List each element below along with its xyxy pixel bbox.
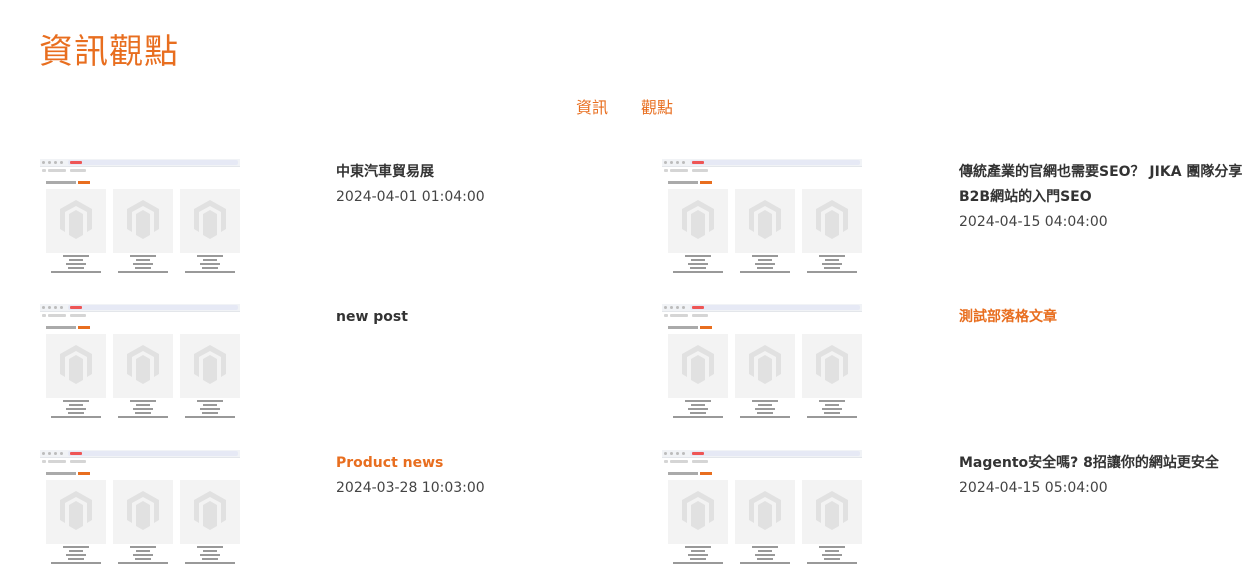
tab-news[interactable]: 資訊 bbox=[576, 94, 608, 118]
thumbnail-product-image bbox=[180, 480, 240, 544]
post-title[interactable]: Product news bbox=[336, 451, 636, 476]
thumbnail-product-image bbox=[735, 480, 795, 544]
post-meta: Product news 2024-03-28 10:03:00 bbox=[336, 451, 636, 501]
post-title[interactable]: 測試部落格文章 bbox=[959, 305, 1249, 330]
category-tabs: 資訊 觀點 bbox=[0, 94, 1249, 118]
post-date: 2024-04-15 04:04:00 bbox=[959, 214, 1108, 230]
post-meta: 測試部落格文章 bbox=[959, 305, 1249, 330]
thumbnail-product-image bbox=[46, 334, 106, 398]
thumbnail-browser-bar bbox=[662, 304, 862, 312]
thumbnail-product-image bbox=[113, 480, 173, 544]
thumbnail-product-image bbox=[46, 480, 106, 544]
thumbnail-browser-bar bbox=[40, 304, 240, 312]
thumbnail-browser-bar bbox=[40, 159, 240, 167]
post-title[interactable]: 傳統產業的官網也需要SEO？ JIKA 團隊分享B2B網站的入門SEO bbox=[959, 160, 1244, 210]
post-date: 2024-04-15 05:04:00 bbox=[959, 480, 1108, 496]
post-meta: Magento安全嗎? 8招讓你的網站更安全 2024-04-15 05:04:… bbox=[959, 451, 1249, 501]
post-meta: 傳統產業的官網也需要SEO？ JIKA 團隊分享B2B網站的入門SEO 2024… bbox=[959, 160, 1244, 235]
thumbnail-product-image bbox=[668, 189, 728, 253]
thumbnail-product-image bbox=[46, 189, 106, 253]
thumbnail-browser-bar bbox=[662, 159, 862, 167]
post-date: 2024-03-28 10:03:00 bbox=[336, 480, 485, 496]
thumbnail-product-image bbox=[802, 189, 862, 253]
post-title[interactable]: Magento安全嗎? 8招讓你的網站更安全 bbox=[959, 451, 1249, 476]
thumbnail-product-image bbox=[180, 334, 240, 398]
post-title[interactable]: new post bbox=[336, 305, 636, 330]
thumbnail-product-image bbox=[180, 189, 240, 253]
post-date: 2024-04-01 01:04:00 bbox=[336, 189, 485, 205]
post-meta: new post bbox=[336, 305, 636, 330]
post-meta: 中東汽車貿易展 2024-04-01 01:04:00 bbox=[336, 160, 636, 210]
thumbnail-product-image bbox=[113, 189, 173, 253]
page-title: 資訊觀點 bbox=[39, 32, 179, 72]
thumbnail-product-image bbox=[735, 334, 795, 398]
tab-viewpoints[interactable]: 觀點 bbox=[641, 94, 673, 118]
thumbnail-browser-bar bbox=[40, 450, 240, 458]
post-thumbnail[interactable] bbox=[40, 450, 240, 575]
thumbnail-product-image bbox=[668, 334, 728, 398]
thumbnail-product-image bbox=[735, 189, 795, 253]
thumbnail-product-image bbox=[668, 480, 728, 544]
post-thumbnail[interactable] bbox=[662, 159, 862, 284]
thumbnail-product-image bbox=[802, 480, 862, 544]
post-thumbnail[interactable] bbox=[40, 159, 240, 284]
thumbnail-product-image bbox=[113, 334, 173, 398]
post-thumbnail[interactable] bbox=[662, 304, 862, 429]
post-thumbnail[interactable] bbox=[40, 304, 240, 429]
post-title[interactable]: 中東汽車貿易展 bbox=[336, 160, 636, 185]
post-thumbnail[interactable] bbox=[662, 450, 862, 575]
thumbnail-product-image bbox=[802, 334, 862, 398]
thumbnail-browser-bar bbox=[662, 450, 862, 458]
